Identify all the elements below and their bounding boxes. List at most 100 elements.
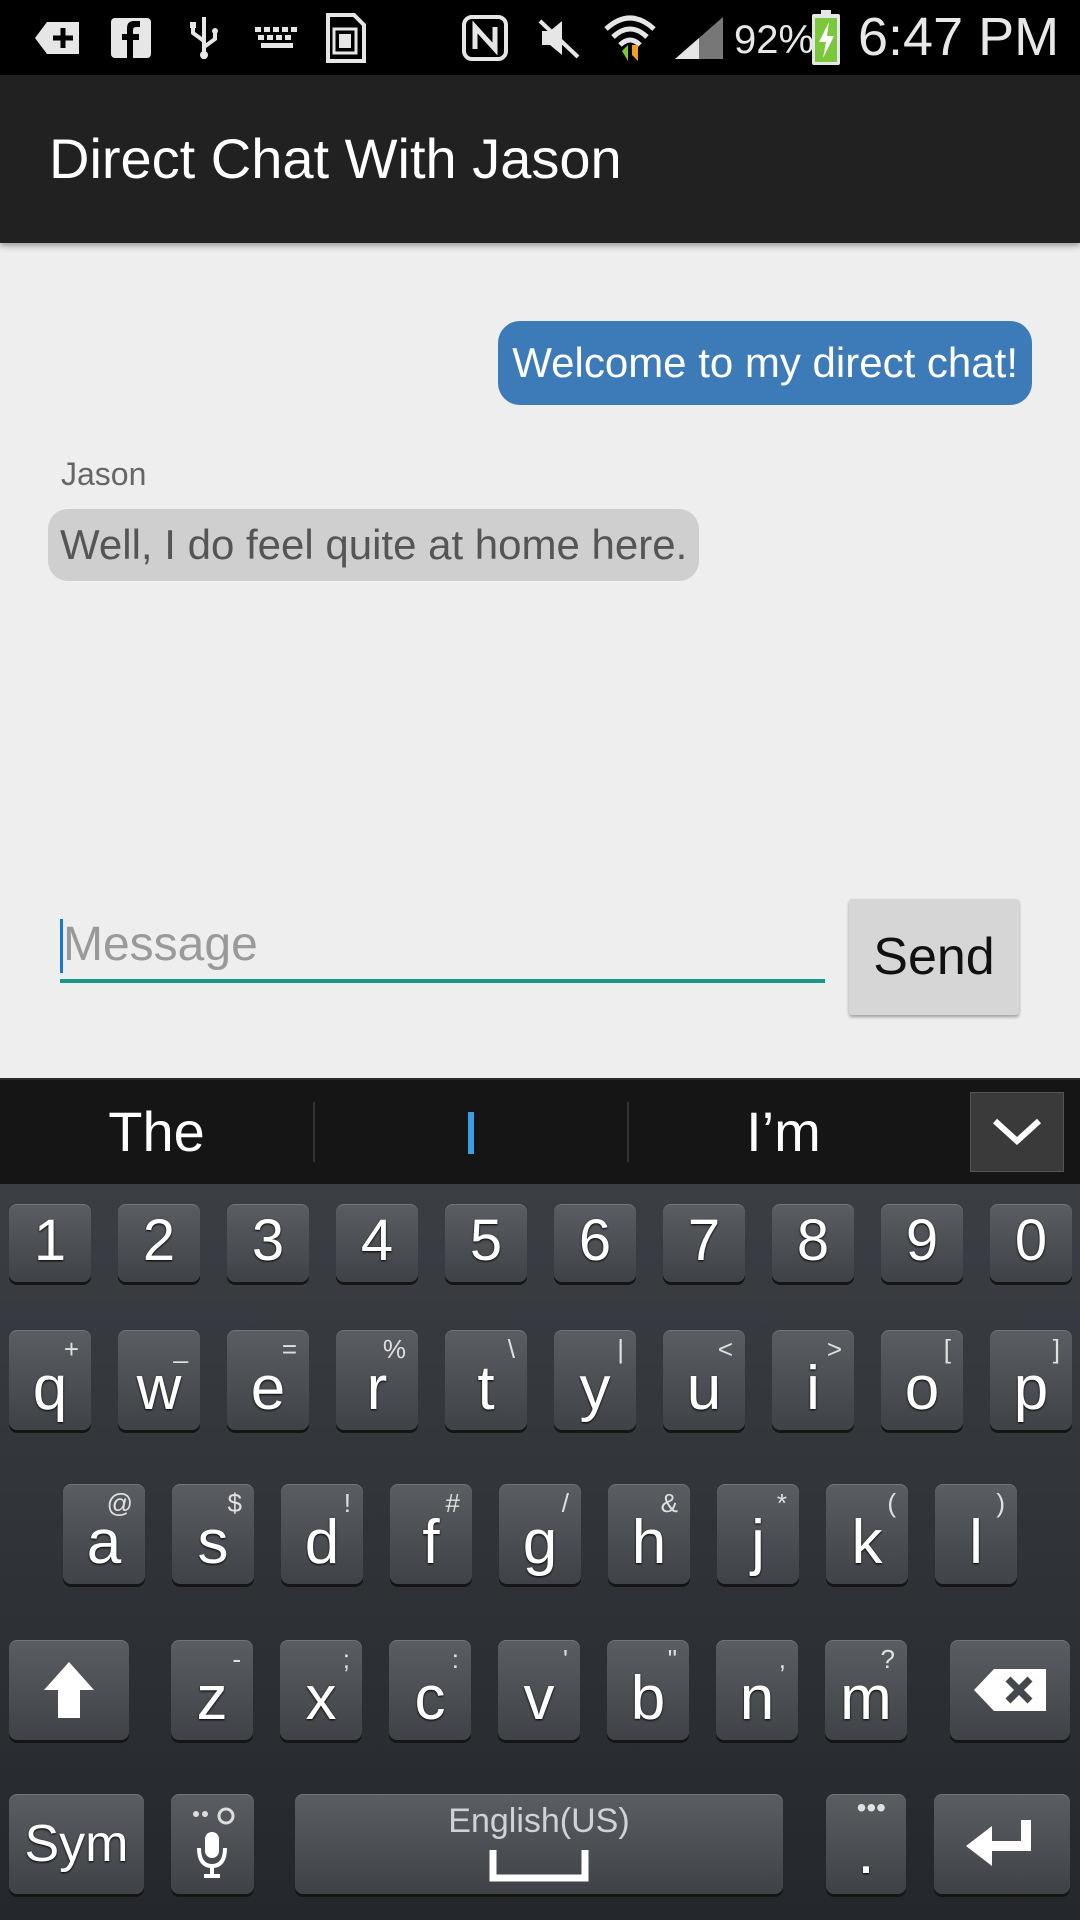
period-key-label: .	[857, 1818, 875, 1887]
key-label: f	[422, 1508, 440, 1577]
key-label: d	[304, 1508, 340, 1577]
key-label: 1	[33, 1208, 67, 1273]
key-label: 3	[251, 1208, 285, 1273]
facebook-icon	[108, 14, 154, 62]
shift-arrow-icon	[44, 1662, 94, 1718]
message-input[interactable]	[63, 911, 803, 977]
key-label: p	[1013, 1354, 1049, 1423]
letter-key-u[interactable]: < u	[663, 1330, 745, 1430]
key-label: h	[631, 1508, 667, 1577]
backspace-icon	[974, 1669, 1046, 1711]
letter-key-a[interactable]: @ a	[63, 1484, 145, 1584]
letter-key-e[interactable]: = e	[227, 1330, 309, 1430]
letter-key-g[interactable]: / g	[499, 1484, 581, 1584]
key-label: j	[751, 1508, 765, 1577]
nfc-icon	[460, 14, 510, 62]
letter-key-w[interactable]: _ w	[118, 1330, 200, 1430]
sim-card-icon	[322, 13, 370, 63]
battery-percent: 92%	[734, 18, 815, 62]
number-key-7[interactable]: 7	[663, 1204, 745, 1282]
send-button[interactable]: Send	[849, 899, 1019, 1015]
keyboard-icon	[252, 14, 302, 62]
key-label: v	[523, 1664, 555, 1733]
number-key-6[interactable]: 6	[554, 1204, 636, 1282]
suggestion-strip: The I’m	[0, 1078, 1080, 1184]
backspace-key[interactable]	[950, 1640, 1070, 1740]
letter-key-j[interactable]: * j	[717, 1484, 799, 1584]
number-key-5[interactable]: 5	[445, 1204, 527, 1282]
app-bar: Direct Chat With Jason	[0, 75, 1080, 243]
letter-key-b[interactable]: " b	[607, 1640, 689, 1740]
letter-key-m[interactable]: ? m	[825, 1640, 907, 1740]
letter-key-f[interactable]: # f	[390, 1484, 472, 1584]
number-key-9[interactable]: 9	[881, 1204, 963, 1282]
letter-key-y[interactable]: | y	[554, 1330, 636, 1430]
message-input-container	[60, 903, 825, 983]
usb-icon	[186, 14, 222, 62]
letter-key-t[interactable]: \ t	[445, 1330, 527, 1430]
key-label: y	[579, 1354, 611, 1423]
chevron-down-icon	[992, 1118, 1042, 1146]
number-key-1[interactable]: 1	[9, 1204, 91, 1282]
suggestion-item[interactable]: I’m	[627, 1080, 940, 1184]
space-key[interactable]: English(US)	[295, 1794, 783, 1894]
sym-key[interactable]: Sym	[9, 1794, 144, 1894]
letter-key-h[interactable]: & h	[608, 1484, 690, 1584]
voice-input-key[interactable]	[171, 1794, 254, 1894]
letter-key-i[interactable]: > i	[772, 1330, 854, 1430]
number-key-2[interactable]: 2	[118, 1204, 200, 1282]
key-label: n	[739, 1664, 775, 1733]
status-bar: 92% 6:47 PM	[0, 0, 1080, 75]
key-label: 2	[142, 1208, 176, 1273]
key-label: o	[904, 1354, 940, 1423]
key-label: b	[630, 1664, 666, 1733]
number-key-0[interactable]: 0	[990, 1204, 1072, 1282]
key-label: r	[366, 1354, 388, 1423]
shift-key[interactable]	[9, 1640, 129, 1740]
period-key[interactable]: ••• .	[826, 1792, 906, 1894]
letter-key-r[interactable]: % r	[336, 1330, 418, 1430]
letter-key-p[interactable]: ] p	[990, 1330, 1072, 1430]
letter-key-k[interactable]: (k	[826, 1484, 908, 1584]
collapse-suggestions-button[interactable]	[970, 1092, 1064, 1172]
incoming-message-bubble: Well, I do feel quite at home here.	[48, 509, 700, 581]
letter-key-z[interactable]: -z	[171, 1640, 253, 1740]
suggestion-item[interactable]	[468, 1112, 474, 1154]
letter-key-d[interactable]: ! d	[281, 1484, 363, 1584]
suggestion-divider	[313, 1102, 315, 1162]
letter-key-n[interactable]: ,n	[716, 1640, 798, 1740]
key-label: x	[305, 1664, 337, 1733]
add-box-icon	[30, 14, 86, 62]
key-label: 8	[796, 1208, 830, 1273]
key-label: 5	[469, 1208, 503, 1273]
number-key-8[interactable]: 8	[772, 1204, 854, 1282]
letter-key-s[interactable]: $ s	[172, 1484, 254, 1584]
enter-arrow-icon	[966, 1820, 1031, 1866]
number-key-3[interactable]: 3	[227, 1204, 309, 1282]
suggestion-item[interactable]: The	[0, 1080, 313, 1184]
key-label: w	[136, 1354, 182, 1423]
letter-key-x[interactable]: ; x	[280, 1640, 362, 1740]
key-label: t	[477, 1354, 495, 1423]
key-label: 0	[1014, 1208, 1048, 1273]
battery-charging-icon	[808, 10, 844, 66]
clock: 6:47 PM	[858, 7, 1060, 67]
sym-key-label: Sym	[24, 1815, 129, 1873]
key-label: 9	[905, 1208, 939, 1273]
letter-key-o[interactable]: [o	[881, 1330, 963, 1430]
number-key-4[interactable]: 4	[336, 1204, 418, 1282]
key-label: u	[686, 1354, 722, 1423]
keyboard: Sym English(US) ••• . 1 2 3 4 5 6 7 8 9 0 + q _ w = e % r…	[0, 1184, 1080, 1920]
outgoing-message-bubble: Welcome to my direct chat!	[498, 321, 1032, 405]
message-sender-name: Jason	[61, 456, 147, 492]
letter-key-v[interactable]: ' v	[498, 1640, 580, 1740]
key-label: k	[851, 1508, 883, 1577]
key-label: l	[969, 1508, 983, 1577]
enter-key[interactable]	[934, 1794, 1070, 1894]
letter-key-l[interactable]: ) l	[935, 1484, 1017, 1584]
key-label: 6	[578, 1208, 612, 1273]
letter-key-c[interactable]: :c	[389, 1640, 471, 1740]
letter-key-q[interactable]: + q	[9, 1330, 91, 1430]
space-key-language-label: English(US)	[448, 1802, 630, 1840]
key-label: q	[32, 1354, 68, 1423]
